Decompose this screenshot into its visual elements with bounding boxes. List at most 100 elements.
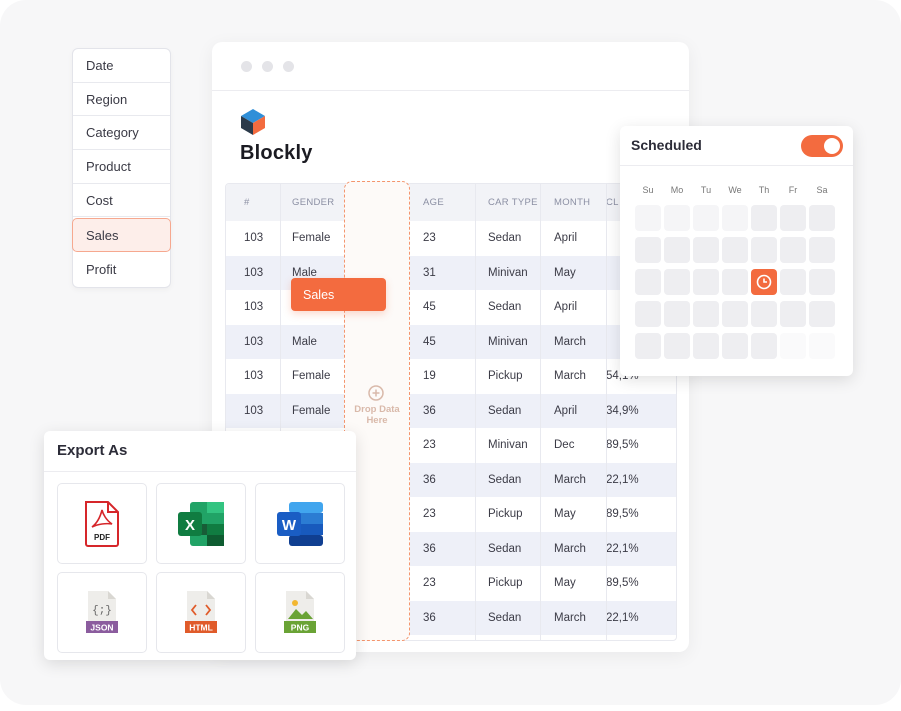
calendar-day[interactable]: [693, 205, 719, 231]
table-cell: 36: [423, 611, 436, 624]
svg-text:{;}: {;}: [92, 605, 112, 617]
calendar-day[interactable]: [751, 333, 777, 359]
table-cell: March: [554, 611, 586, 624]
table-cell: Sedan: [488, 404, 522, 417]
table-cell: 22,1%: [606, 611, 639, 624]
calendar-day[interactable]: [693, 269, 719, 295]
weekday-label: Su: [642, 185, 654, 195]
calendar-day[interactable]: [809, 301, 835, 327]
weekday-label: We: [728, 185, 742, 195]
column-header[interactable]: CAR TYPE: [488, 184, 538, 221]
export-png-button[interactable]: PNG: [255, 572, 345, 653]
toggle-knob: [824, 138, 840, 154]
calendar-day-selected[interactable]: [751, 269, 777, 295]
calendar-day[interactable]: [722, 205, 748, 231]
field-item-date[interactable]: Date: [73, 49, 170, 83]
html-label: HTML: [189, 622, 213, 632]
calendar-day[interactable]: [722, 301, 748, 327]
table-cell: Minivan: [488, 266, 528, 279]
column-header[interactable]: MONTH: [554, 184, 590, 221]
table-cell: 103: [244, 301, 264, 314]
calendar-day[interactable]: [780, 333, 806, 359]
export-excel-button[interactable]: X: [156, 483, 246, 564]
table-cell: 19: [423, 370, 436, 383]
calendar-day[interactable]: [664, 205, 690, 231]
calendar-day[interactable]: [664, 237, 690, 263]
calendar-day[interactable]: [664, 333, 690, 359]
field-item-category[interactable]: Category: [73, 116, 170, 151]
export-title: Export As: [57, 442, 128, 459]
column-header[interactable]: GENDER: [292, 184, 334, 221]
weekday-label: Fr: [788, 185, 798, 195]
column-header[interactable]: AGE: [423, 184, 444, 221]
clock-icon: [756, 274, 772, 290]
table-cell: 103: [244, 232, 264, 245]
calendar-day[interactable]: [722, 269, 748, 295]
calendar-day[interactable]: [780, 237, 806, 263]
table-cell: 89,5%: [606, 577, 639, 590]
calendar-day[interactable]: [635, 333, 661, 359]
table-cell: Sedan: [488, 301, 522, 314]
field-item-sales[interactable]: Sales: [72, 218, 171, 253]
calendar-day[interactable]: [693, 333, 719, 359]
calendar-day[interactable]: [722, 333, 748, 359]
table-cell: Sedan: [488, 473, 522, 486]
field-item-cost[interactable]: Cost: [73, 184, 170, 218]
calendar-day[interactable]: [809, 333, 835, 359]
calendar-day[interactable]: [751, 301, 777, 327]
table-row[interactable]: 103 Female 19 Pickup March 54,1%: [226, 359, 676, 394]
calendar-day[interactable]: [635, 269, 661, 295]
field-item-region[interactable]: Region: [73, 83, 170, 117]
calendar-day[interactable]: [809, 237, 835, 263]
calendar-day[interactable]: [780, 269, 806, 295]
table-cell: 23: [423, 439, 436, 452]
calendar-day[interactable]: [693, 237, 719, 263]
column-divider: [540, 184, 541, 640]
calendar-day[interactable]: [635, 205, 661, 231]
calendar-day[interactable]: [751, 205, 777, 231]
png-label: PNG: [291, 622, 310, 632]
calendar-day[interactable]: [664, 301, 690, 327]
table-row[interactable]: 103 Female 23 Sedan April: [226, 221, 676, 256]
window-dot[interactable]: [262, 61, 273, 72]
column-header[interactable]: CL: [606, 184, 619, 221]
json-file-icon: {;} JSON: [86, 590, 118, 633]
field-item-product[interactable]: Product: [73, 150, 170, 184]
scheduled-header: Scheduled: [620, 126, 853, 166]
table-cell: April: [554, 404, 578, 417]
calendar-day[interactable]: [809, 269, 835, 295]
calendar-day[interactable]: [780, 205, 806, 231]
calendar-day[interactable]: [635, 301, 661, 327]
brand-name: Blockly: [240, 142, 313, 164]
calendar-day[interactable]: [664, 269, 690, 295]
export-json-button[interactable]: {;} JSON: [57, 572, 147, 653]
window-dot[interactable]: [241, 61, 252, 72]
export-word-button[interactable]: W: [255, 483, 345, 564]
table-cell: 22,1%: [606, 542, 639, 555]
table-row[interactable]: 103 Female 36 Sedan April 34,9%: [226, 393, 676, 428]
export-html-button[interactable]: HTML: [156, 572, 246, 653]
field-item-profit[interactable]: Profit: [73, 253, 170, 287]
export-pdf-button[interactable]: PDF: [57, 483, 147, 564]
table-cell: Dec: [554, 439, 575, 452]
calendar-day[interactable]: [722, 237, 748, 263]
table-cell: 45: [423, 335, 436, 348]
table-cell: 23: [423, 508, 436, 521]
column-header[interactable]: #: [244, 184, 250, 221]
calendar-day[interactable]: [693, 301, 719, 327]
scheduled-toggle[interactable]: [801, 135, 843, 157]
table-row[interactable]: 103 Male 45 Minivan March: [226, 324, 676, 359]
calendar-day[interactable]: [635, 237, 661, 263]
weekday-label: Mo: [670, 185, 684, 195]
dragged-sales-chip[interactable]: Sales: [291, 278, 386, 311]
table-cell: 36: [423, 473, 436, 486]
scheduled-title: Scheduled: [631, 137, 702, 153]
window-dot[interactable]: [283, 61, 294, 72]
table-cell: Female: [292, 370, 331, 383]
export-card: Export As PDF X W {;} JSON HTML PNG: [44, 431, 356, 660]
table-cell: March: [554, 370, 586, 383]
calendar-day[interactable]: [780, 301, 806, 327]
calendar-day[interactable]: [751, 237, 777, 263]
table-cell: 89,5%: [606, 439, 639, 452]
calendar-day[interactable]: [809, 205, 835, 231]
